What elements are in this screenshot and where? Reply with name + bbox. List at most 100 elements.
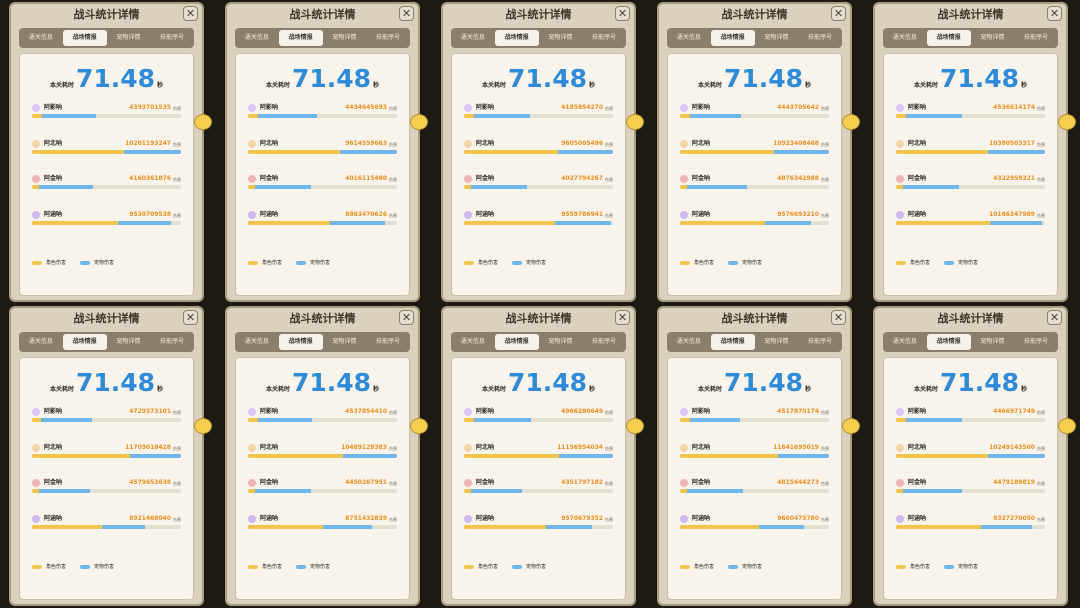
- elapsed-time-unit: 秒: [1021, 386, 1028, 393]
- tab-3[interactable]: 技能序号: [582, 30, 626, 46]
- damage-row: 阿金呐 4479189819 伤害: [896, 479, 1045, 501]
- damage-unit: 伤害: [173, 142, 181, 147]
- tab-bar: 通关信息 战场情报 宠物详情 技能序号: [667, 332, 842, 352]
- legend-pet-damage: 宠物伤害: [512, 259, 546, 267]
- damage-legend: 角色伤害 宠物伤害: [464, 563, 560, 571]
- shadow-character-icon: [680, 104, 688, 112]
- damage-bar-track: [680, 489, 829, 493]
- tab-2[interactable]: 宠物详情: [755, 30, 799, 46]
- tab-3[interactable]: 技能序号: [150, 30, 194, 46]
- tab-3[interactable]: 技能序号: [366, 30, 410, 46]
- damage-row: 阿北呐 9605005496 伤害: [464, 140, 613, 162]
- damage-bar-track: [32, 454, 181, 458]
- pet-damage-bar: [988, 150, 1045, 154]
- damage-value: 9327270050: [993, 515, 1035, 522]
- tab-2[interactable]: 宠物详情: [539, 30, 583, 46]
- damage-unit: 伤害: [1037, 517, 1045, 522]
- close-button[interactable]: ✕: [831, 6, 846, 21]
- close-button[interactable]: ✕: [1047, 310, 1062, 325]
- close-button[interactable]: ✕: [831, 310, 846, 325]
- battle-stats-panel: 战斗统计详情 ✕ 通关信息 战场情报 宠物详情 技能序号 本关耗时71.48 秒阿影呐 4443…: [657, 2, 852, 302]
- tab-1[interactable]: 战场情报: [278, 30, 323, 46]
- legend-pet-damage: 宠物伤害: [80, 259, 114, 267]
- stats-content: 本关耗时71.48 秒阿影呐 4393701535 伤害 阿北呐 10201193247 伤…: [19, 53, 194, 296]
- tab-3[interactable]: 技能序号: [582, 334, 626, 350]
- pet-damage-bar: [778, 454, 829, 458]
- character-damage-bar: [896, 114, 907, 118]
- tab-3[interactable]: 技能序号: [1014, 334, 1058, 350]
- tab-2[interactable]: 宠物详情: [323, 30, 367, 46]
- tab-0[interactable]: 通关信息: [667, 30, 711, 46]
- tab-2[interactable]: 宠物详情: [539, 334, 583, 350]
- tab-1[interactable]: 战场情报: [926, 30, 971, 46]
- damage-bar-track: [896, 150, 1045, 154]
- close-button[interactable]: ✕: [1047, 6, 1062, 21]
- damage-value: 10489129383: [341, 444, 387, 451]
- damage-row: 阿金呐 4815644273 伤害: [680, 479, 829, 501]
- damage-value: 4351797182: [561, 479, 603, 486]
- tab-3[interactable]: 技能序号: [366, 334, 410, 350]
- tab-3[interactable]: 技能序号: [150, 334, 194, 350]
- tab-0[interactable]: 通关信息: [19, 334, 63, 350]
- pet-damage-bar: [471, 185, 527, 189]
- tab-0[interactable]: 通关信息: [235, 30, 279, 46]
- tab-1[interactable]: 战场情报: [278, 334, 323, 350]
- tab-1[interactable]: 战场情报: [494, 30, 539, 46]
- damage-row: 阿金呐 4579653638 伤害: [32, 479, 181, 501]
- tab-3[interactable]: 技能序号: [1014, 30, 1058, 46]
- damage-unit: 伤害: [389, 410, 397, 415]
- gold-character-icon: [32, 479, 40, 487]
- tab-1[interactable]: 战场情报: [926, 334, 971, 350]
- tab-0[interactable]: 通关信息: [883, 30, 927, 46]
- tab-0[interactable]: 通关信息: [451, 334, 495, 350]
- character-name: 阿北呐: [260, 444, 279, 451]
- close-button[interactable]: ✕: [615, 6, 630, 21]
- pet-damage-swatch: [944, 260, 955, 265]
- tab-3[interactable]: 技能序号: [798, 334, 842, 350]
- damage-bar-track: [680, 114, 829, 118]
- tab-2[interactable]: 宠物详情: [755, 334, 799, 350]
- character-damage-bar: [248, 114, 259, 118]
- damage-unit: 伤害: [1037, 142, 1045, 147]
- close-icon: ✕: [833, 311, 844, 324]
- battle-stats-panel: 战斗统计详情 ✕ 通关信息 战场情报 宠物详情 技能序号 本关耗时71.48 秒阿影呐 4966…: [441, 306, 636, 606]
- elapsed-time-row: 本关耗时71.48 秒: [884, 64, 1057, 93]
- close-button[interactable]: ✕: [399, 6, 414, 21]
- tab-0[interactable]: 通关信息: [235, 334, 279, 350]
- tab-0[interactable]: 通关信息: [667, 334, 711, 350]
- tab-2[interactable]: 宠物详情: [323, 334, 367, 350]
- tab-1[interactable]: 战场情报: [494, 334, 539, 350]
- tab-3[interactable]: 技能序号: [798, 30, 842, 46]
- panel-title: 战斗统计详情: [73, 312, 140, 325]
- gold-character-icon: [464, 175, 472, 183]
- damage-legend: 角色伤害 宠物伤害: [248, 259, 344, 267]
- tab-0[interactable]: 通关信息: [19, 30, 63, 46]
- tab-2[interactable]: 宠物详情: [971, 334, 1015, 350]
- tab-0[interactable]: 通关信息: [883, 334, 927, 350]
- close-button[interactable]: ✕: [183, 310, 198, 325]
- elapsed-time-value: 71.48: [507, 64, 588, 93]
- damage-bar-track: [248, 454, 397, 458]
- legend-pet-damage: 宠物伤害: [296, 563, 330, 571]
- close-button[interactable]: ✕: [183, 6, 198, 21]
- close-icon: ✕: [185, 311, 196, 324]
- tab-0[interactable]: 通关信息: [451, 30, 495, 46]
- tab-1[interactable]: 战场情报: [62, 334, 107, 350]
- character-name: 阿金呐: [476, 175, 495, 182]
- character-damage-swatch: [896, 260, 906, 265]
- damage-value: 11641695019: [773, 444, 819, 451]
- character-name: 阿北呐: [476, 444, 495, 451]
- damage-unit: 伤害: [605, 481, 613, 486]
- tab-2[interactable]: 宠物详情: [107, 30, 151, 46]
- tab-1[interactable]: 战场情报: [710, 30, 755, 46]
- tab-1[interactable]: 战场情报: [62, 30, 107, 46]
- tab-2[interactable]: 宠物详情: [107, 334, 151, 350]
- damage-value: 10201193247: [125, 140, 171, 147]
- close-button[interactable]: ✕: [399, 310, 414, 325]
- close-button[interactable]: ✕: [615, 310, 630, 325]
- elapsed-time-label: 本关耗时: [265, 82, 290, 89]
- elapsed-time-value: 71.48: [75, 64, 156, 93]
- character-damage-bar: [680, 525, 759, 529]
- tab-2[interactable]: 宠物详情: [971, 30, 1015, 46]
- tab-1[interactable]: 战场情报: [710, 334, 755, 350]
